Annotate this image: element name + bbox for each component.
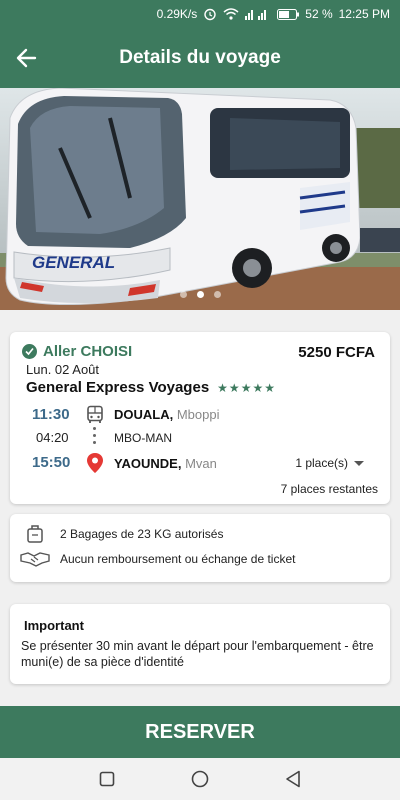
trip-date: Lun. 02 Août: [26, 362, 100, 377]
baggage-allowance-text: 2 Bagages de 23 KG autorisés: [60, 527, 224, 541]
battery-level: 52 %: [305, 7, 333, 21]
signal-icon: [245, 8, 271, 20]
home-button[interactable]: [180, 759, 220, 799]
page-title: Details du voyage: [119, 47, 281, 68]
rating-stars-icon: ★★★★★: [217, 380, 276, 395]
trip-status: Aller CHOISI: [22, 343, 132, 360]
carousel-dots: [0, 291, 400, 298]
battery-icon: [277, 8, 300, 20]
trip-card: Aller CHOISI 5250 FCFA Lun. 02 Août Gene…: [10, 332, 390, 504]
arrival-time: 15:50: [32, 454, 71, 471]
important-card: Important Se présenter 30 min avant le d…: [10, 604, 390, 684]
back-arrow-icon: [16, 48, 37, 68]
carousel-dot-active[interactable]: [196, 291, 204, 298]
arrival-city: YAOUNDE, Mvan: [114, 456, 217, 471]
alarm-icon: [203, 7, 217, 21]
remaining-seats: 7 places restantes: [280, 482, 378, 496]
baggage-card: 2 Bagages de 23 KG autorisés Aucun rembo…: [10, 514, 390, 582]
departure-city: DOUALA, Mboppi: [114, 407, 219, 422]
bus-brand-text: GENERAL: [32, 253, 115, 272]
places-dropdown-value: 1 place(s): [295, 456, 348, 470]
departure-time: 11:30: [32, 406, 70, 423]
arrival-city-name: YAOUNDE,: [114, 456, 182, 471]
refund-policy-row: Aucun remboursement ou échange de ticket: [20, 550, 295, 568]
square-icon: [99, 771, 114, 787]
baggage-allowance-row: 2 Bagages de 23 KG autorisés: [20, 524, 223, 544]
company-name: General Express Voyages: [26, 379, 210, 396]
company-name-row: General Express Voyages ★★★★★: [26, 379, 276, 396]
carousel-dot[interactable]: [213, 291, 221, 298]
system-back-button[interactable]: [273, 759, 313, 799]
departure-area: Mboppi: [176, 407, 220, 422]
status-bar: 0.29K/s 52 % 12:25 PM: [0, 0, 400, 28]
caret-down-icon: [354, 460, 364, 466]
carousel-dot[interactable]: [179, 291, 187, 298]
stop-time: 04:20: [36, 430, 69, 445]
bus-photo: GENERAL: [0, 88, 400, 310]
stop-name: MBO-MAN: [114, 431, 172, 445]
trip-price: 5250 FCFA: [298, 344, 375, 361]
handshake-icon: [20, 550, 50, 568]
bus-photo-carousel[interactable]: GENERAL: [0, 88, 400, 310]
network-speed: 0.29K/s: [156, 7, 198, 21]
reserve-button[interactable]: RESERVER: [0, 706, 400, 758]
important-text: Se présenter 30 min avant le départ pour…: [21, 639, 374, 669]
circle-icon: [191, 770, 209, 788]
route-dots: [93, 427, 97, 444]
places-dropdown[interactable]: 1 place(s): [295, 456, 364, 470]
triangle-back-icon: [286, 770, 301, 788]
wifi-icon: [223, 8, 239, 20]
recent-apps-button[interactable]: [87, 759, 127, 799]
system-nav-bar: [0, 758, 400, 800]
trip-status-label: Aller CHOISI: [43, 343, 133, 360]
arrival-area: Mvan: [185, 456, 217, 471]
location-pin-icon: [85, 452, 105, 479]
important-title: Important: [24, 618, 84, 633]
back-button[interactable]: [0, 28, 52, 88]
departure-city-name: DOUALA,: [114, 407, 174, 422]
app-bar: Details du voyage: [0, 28, 400, 88]
clock: 12:25 PM: [338, 7, 390, 21]
check-circle-icon: [22, 344, 37, 359]
luggage-icon: [20, 524, 50, 544]
refund-policy-text: Aucun remboursement ou échange de ticket: [60, 552, 296, 566]
